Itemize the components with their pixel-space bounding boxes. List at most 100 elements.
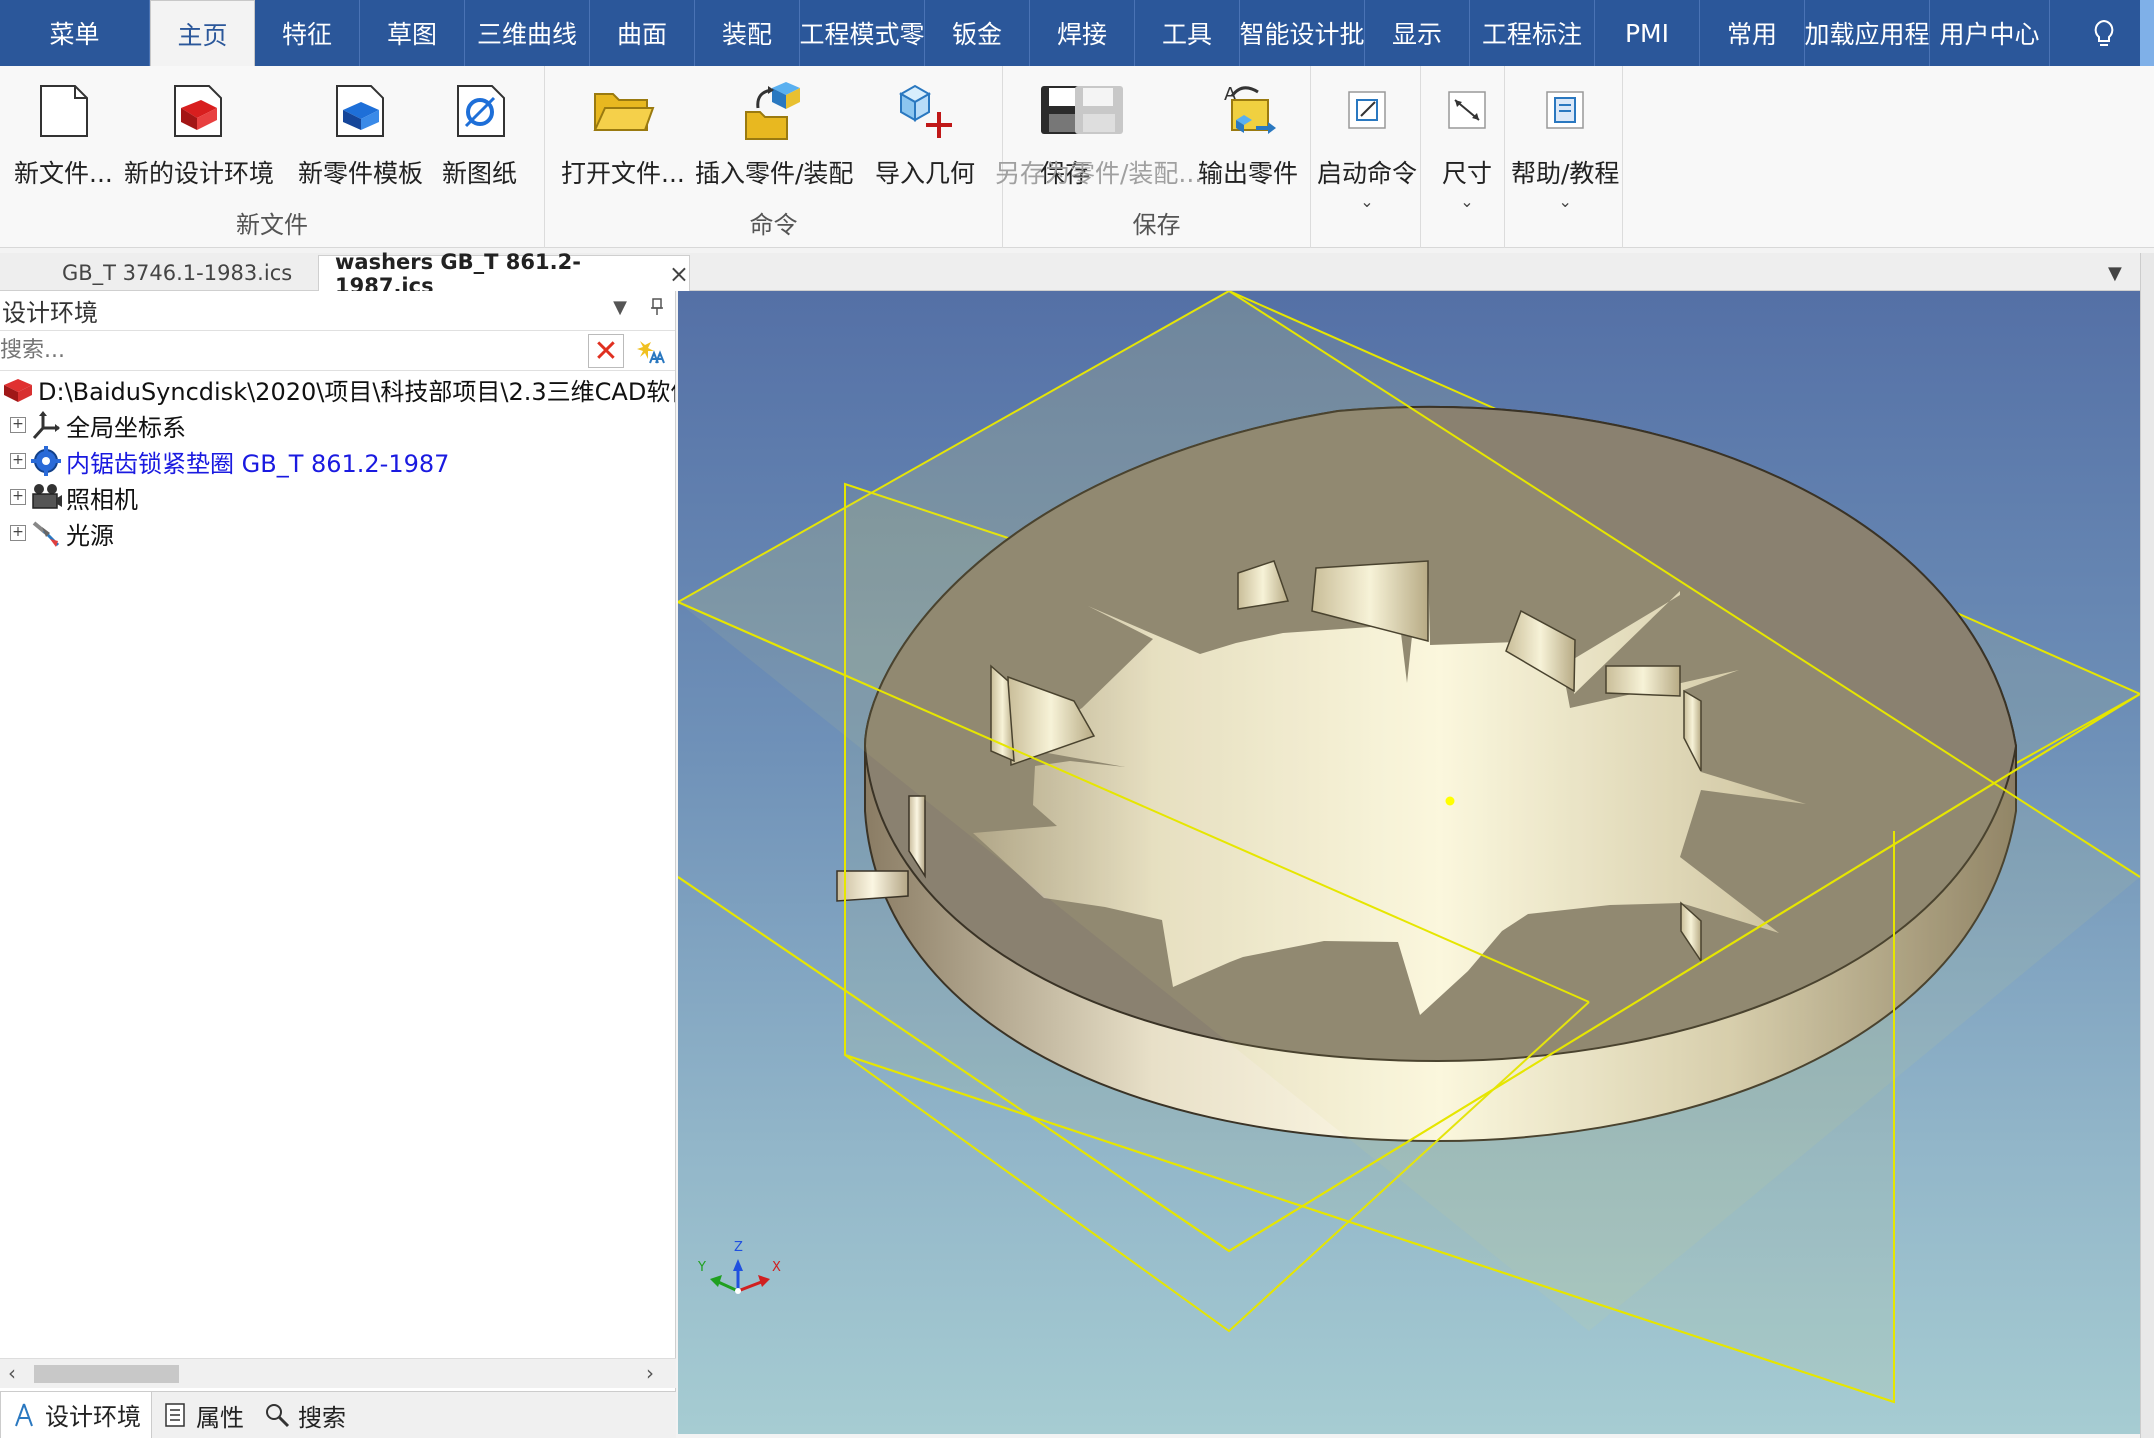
doc-tab-washers[interactable]: washers GB_T 861.2-1987.ics × [318, 250, 690, 298]
tab-smart-design[interactable]: 智能设计批 [1240, 0, 1365, 66]
tab-menu[interactable]: 菜单 [0, 0, 150, 66]
import-geometry-icon [893, 78, 957, 142]
save-as-button[interactable]: 另存为零件/装配... [995, 78, 1202, 190]
expand-icon[interactable]: + [10, 417, 26, 433]
magnifier-icon [264, 1402, 290, 1428]
new-part-template-icon [329, 78, 393, 142]
tab-home[interactable]: 主页 [150, 0, 255, 66]
tab-sketch[interactable]: 草图 [360, 0, 465, 66]
ribbon-group-label: 命令 [749, 211, 798, 239]
bottom-tab-label: 设计环境 [45, 1403, 141, 1431]
menu-bar: 菜单 主页 特征 草图 三维曲线 曲面 装配 工程模式零 钣金 焊接 工具 智能设计批 显示 工程标注 PM… [0, 0, 2154, 66]
panel-menu-dropdown-icon[interactable]: ▼ [613, 297, 627, 322]
help-book-icon [1533, 78, 1597, 142]
panel-header: 设计环境 ▼ [0, 291, 675, 331]
document-tab-bar: GB_T 3746.1-1983.ics washers GB_T 861.2-… [0, 250, 2140, 298]
axis-label-y: Y [697, 1260, 706, 1275]
new-design-env-button[interactable]: 新的设计环境 [124, 78, 274, 190]
lightbulb-icon[interactable] [2090, 18, 2118, 50]
right-docked-panel-edge[interactable] [2140, 253, 2154, 1438]
tree-item-washer-part[interactable]: + 内锯齿锁紧垫圈 GB_T 861.2-1987 [0, 443, 675, 479]
insert-part-icon [742, 78, 806, 142]
tab-user-center[interactable]: 用户中心 [1930, 0, 2050, 66]
launch-command-button[interactable]: 启动命令 ⌄ [1317, 78, 1417, 211]
scroll-left-icon[interactable]: ‹ [8, 1361, 16, 1385]
design-environment-panel: 设计环境 ▼ ✕ D:\BaiduSyncdisk\2020\项目 [0, 291, 676, 1438]
tree-item-global-coordinate[interactable]: + 全局坐标系 [0, 407, 675, 443]
axis-triad: Z Y X [697, 1240, 781, 1294]
insert-part-button[interactable]: 插入零件/装配 [695, 78, 853, 190]
expand-icon[interactable]: + [10, 489, 26, 505]
tab-annotation[interactable]: 工程标注 [1470, 0, 1595, 66]
expand-icon[interactable]: + [10, 453, 26, 469]
axis-label-z: Z [734, 1240, 743, 1255]
import-geometry-button[interactable]: 导入几何 [875, 78, 975, 190]
pin-icon[interactable] [649, 297, 665, 322]
export-part-icon: A [1216, 78, 1280, 142]
dimension-button[interactable]: 尺寸 ⌄ [1435, 78, 1499, 211]
launch-command-icon [1335, 78, 1399, 142]
tree-item-camera[interactable]: + 照相机 [0, 479, 675, 515]
tab-list-dropdown-icon[interactable]: ▼ [2108, 263, 2122, 284]
bottom-tab-properties[interactable]: 属性 [152, 1392, 254, 1438]
design-env-tree-icon [11, 1402, 37, 1428]
new-part-template-button[interactable]: 新零件模板 [298, 78, 423, 190]
tab-features[interactable]: 特征 [255, 0, 360, 66]
tree-root-item[interactable]: D:\BaiduSyncdisk\2020\项目\科技部项目\2.3三维CAD软… [0, 371, 675, 407]
tree-item-light-source[interactable]: + 光源 [0, 515, 675, 551]
open-file-button[interactable]: 打开文件... [561, 78, 685, 190]
tree-search-input[interactable] [0, 332, 580, 369]
new-file-icon [31, 78, 95, 142]
tab-sheet-metal[interactable]: 钣金 [925, 0, 1030, 66]
dimension-icon [1435, 78, 1499, 142]
close-icon: ✕ [593, 333, 619, 369]
save-as-icon [1067, 78, 1131, 142]
open-folder-icon [591, 78, 655, 142]
tree-item-label: 内锯齿锁紧垫圈 GB_T 861.2-1987 [66, 449, 450, 478]
tree-search-row: ✕ [0, 331, 675, 371]
tab-display[interactable]: 显示 [1365, 0, 1470, 66]
expand-icon[interactable]: + [10, 525, 26, 541]
new-file-button[interactable]: 新文件... [14, 78, 113, 190]
cad-application: 菜单 主页 特征 草图 三维曲线 曲面 装配 工程模式零 钣金 焊接 工具 智能设计批 显示 工程标注 PM… [0, 0, 2154, 1438]
export-part-button[interactable]: A 输出零件 [1198, 78, 1298, 190]
panel-title: 设计环境 [2, 299, 98, 327]
new-drawing-button[interactable]: 新图纸 [442, 78, 517, 190]
scroll-thumb[interactable] [34, 1365, 179, 1383]
doc-tab-label: GB_T 3746.1-1983.ics [62, 261, 293, 285]
chevron-down-icon: ⌄ [1460, 192, 1474, 211]
bottom-tab-label: 属性 [196, 1403, 244, 1432]
tree-item-label: 光源 [66, 521, 114, 550]
search-options-icon[interactable] [634, 335, 666, 367]
tab-welding[interactable]: 焊接 [1030, 0, 1135, 66]
horizontal-scrollbar[interactable]: ‹ › [0, 1358, 676, 1388]
doc-tab-gb-t-3746[interactable]: GB_T 3746.1-1983.ics [46, 255, 296, 291]
light-source-icon [30, 517, 62, 549]
new-drawing-icon [448, 78, 512, 142]
new-design-env-icon [167, 78, 231, 142]
part-gear-icon [30, 445, 62, 477]
scroll-right-icon[interactable]: › [646, 1361, 654, 1385]
bottom-tab-search[interactable]: 搜索 [254, 1392, 356, 1438]
tab-pmi[interactable]: PMI [1595, 0, 1700, 66]
tab-load-apps[interactable]: 加载应用程 [1805, 0, 1930, 66]
ribbon-group-label: 保存 [1132, 211, 1181, 239]
tab-3d-curve[interactable]: 三维曲线 [465, 0, 590, 66]
clear-search-button[interactable]: ✕ [588, 333, 624, 369]
help-tutorial-button[interactable]: 帮助/教程 ⌄ [1511, 78, 1619, 211]
tab-surface[interactable]: 曲面 [590, 0, 695, 66]
scene-svg: Z Y X [678, 291, 2140, 1404]
tab-common[interactable]: 常用 [1700, 0, 1805, 66]
tab-engineering-mode[interactable]: 工程模式零 [800, 0, 925, 66]
ribbon-group-dimension: 尺寸 ⌄ [1421, 66, 1505, 248]
close-icon[interactable]: × [669, 260, 689, 288]
bottom-tab-label: 搜索 [298, 1403, 346, 1432]
3d-viewport[interactable]: Z Y X [678, 291, 2140, 1434]
properties-icon [162, 1402, 188, 1428]
coordinate-system-icon [30, 409, 62, 441]
ribbon-group-label: 新文件 [236, 211, 308, 239]
tab-tools[interactable]: 工具 [1135, 0, 1240, 66]
tree-root-label: D:\BaiduSyncdisk\2020\项目\科技部项目\2.3三维CAD软… [38, 377, 675, 406]
tab-assembly[interactable]: 装配 [695, 0, 800, 66]
bottom-tab-design-env[interactable]: 设计环境 [0, 1391, 152, 1438]
